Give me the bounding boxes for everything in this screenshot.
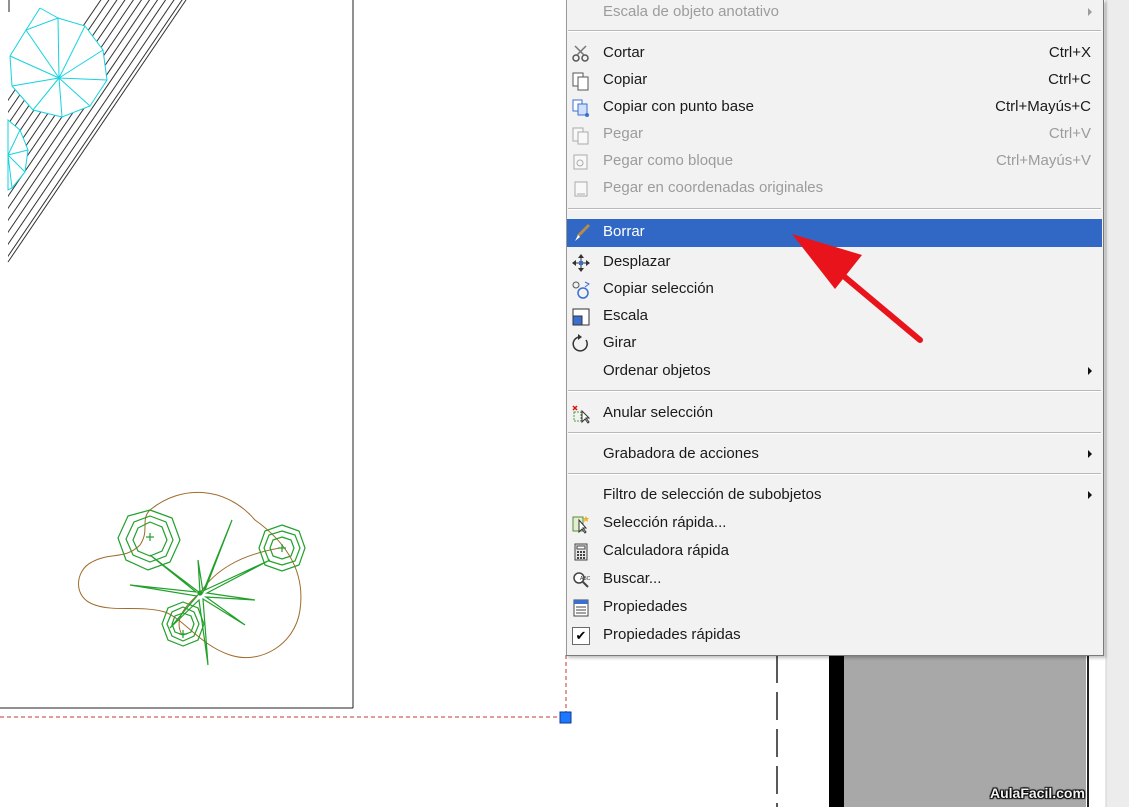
menu-item-propiedades-rapidas[interactable]: ✔ Propiedades rápidas <box>566 622 1103 649</box>
menu-item-shortcut: Ctrl+C <box>1048 71 1091 88</box>
submenu-arrow-icon <box>1088 367 1092 375</box>
menu-item-seleccion-rapida[interactable]: Selección rápida... <box>566 510 1103 537</box>
menu-item-buscar[interactable]: ABC Buscar... <box>566 566 1103 593</box>
rotate-icon <box>570 334 592 354</box>
submenu-arrow-icon <box>1088 450 1092 458</box>
submenu-arrow-icon <box>1088 8 1092 16</box>
menu-item-label: Copiar selección <box>603 280 714 297</box>
copy-selection-icon <box>570 280 592 300</box>
menu-separator <box>568 473 1101 475</box>
wall-element <box>829 655 844 807</box>
deselect-icon <box>570 404 592 424</box>
menu-item-shortcut: Ctrl+X <box>1048 44 1091 61</box>
menu-item-label: Ordenar objetos <box>603 362 711 379</box>
menu-item-borrar[interactable]: Borrar <box>567 219 1102 247</box>
menu-item-escala[interactable]: Escala <box>566 303 1103 330</box>
menu-item-label: Desplazar <box>603 253 671 270</box>
menu-item-label: Copiar <box>603 71 648 88</box>
menu-item-label: Pegar <box>603 125 644 142</box>
scissors-icon <box>570 44 592 64</box>
copy-base-point-icon <box>570 98 592 118</box>
menu-item-filtro-de-seleccion-de-subobjetos[interactable]: Filtro de selección de subobjetos <box>566 482 1103 509</box>
menu-item-label: Girar <box>603 334 637 351</box>
menu-item-label: Grabadora de acciones <box>603 445 759 462</box>
menu-item-shortcut: Ctrl+Mayús+V <box>995 152 1091 169</box>
quick-select-icon <box>570 514 592 534</box>
menu-item-pegar-en-coordenadas-originales[interactable]: Pegar en coordenadas originales <box>566 175 1103 202</box>
menu-item-grabadora-de-acciones[interactable]: Grabadora de acciones <box>566 441 1103 468</box>
menu-item-copiar[interactable]: Copiar Ctrl+C <box>566 67 1103 94</box>
menu-item-copiar-seleccion[interactable]: Copiar selección <box>566 276 1103 303</box>
move-icon <box>570 253 592 273</box>
menu-item-calculadora-rapida[interactable]: Calculadora rápida <box>566 538 1103 565</box>
menu-item-label: Escala <box>603 307 649 324</box>
menu-separator <box>568 208 1101 210</box>
menu-item-desplazar[interactable]: Desplazar <box>566 249 1103 276</box>
plant-block-symbol <box>78 491 306 666</box>
menu-item-label: Propiedades <box>603 598 688 615</box>
menu-item-copiar-con-punto-base[interactable]: Copiar con punto base Ctrl+Mayús+C <box>566 94 1103 121</box>
menu-item-label: Pegar como bloque <box>603 152 734 169</box>
menu-item-pegar[interactable]: Pegar Ctrl+V <box>566 121 1103 148</box>
context-menu[interactable]: Escala de objeto anotativo Cortar Ctrl+X… <box>566 0 1104 656</box>
watermark-logo: AulaFacil.com <box>990 785 1085 801</box>
menu-item-escala-objeto-anotativo[interactable]: Escala de objeto anotativo <box>566 1 1103 25</box>
svg-text:ABC: ABC <box>580 576 591 582</box>
menu-item-label: Selección rápida... <box>603 514 727 531</box>
menu-separator <box>568 30 1101 32</box>
calculator-icon <box>570 542 592 562</box>
checkbox-icon: ✔ <box>570 626 592 646</box>
menu-item-shortcut: Ctrl+V <box>1048 125 1091 142</box>
menu-item-label: Filtro de selección de subobjetos <box>603 486 822 503</box>
check-mark-icon: ✔ <box>572 627 590 645</box>
eraser-icon <box>571 223 593 243</box>
copy-icon <box>570 71 592 91</box>
menu-item-label: Cortar <box>603 44 645 61</box>
menu-item-pegar-como-bloque[interactable]: Pegar como bloque Ctrl+Mayús+V <box>566 148 1103 175</box>
menu-item-ordenar-objetos[interactable]: Ordenar objetos <box>566 358 1103 385</box>
cyan-tree-symbol <box>7 118 29 191</box>
submenu-arrow-icon <box>1088 491 1092 499</box>
selection-grip[interactable] <box>559 711 572 724</box>
find-icon: ABC <box>570 570 592 590</box>
menu-item-label: Borrar <box>603 223 645 240</box>
right-scroll-area[interactable] <box>1106 0 1129 807</box>
paste-icon <box>570 125 592 145</box>
paste-block-icon <box>570 152 592 172</box>
menu-item-label: Pegar en coordenadas originales <box>603 179 824 196</box>
menu-item-shortcut: Ctrl+Mayús+C <box>995 98 1091 115</box>
menu-item-label: Propiedades rápidas <box>603 626 741 643</box>
menu-item-girar[interactable]: Girar <box>566 330 1103 357</box>
properties-icon <box>570 598 592 618</box>
menu-item-cortar[interactable]: Cortar Ctrl+X <box>566 40 1103 67</box>
scale-icon <box>570 307 592 327</box>
menu-separator <box>568 432 1101 434</box>
menu-item-propiedades[interactable]: Propiedades <box>566 594 1103 621</box>
menu-separator <box>568 390 1101 392</box>
menu-item-label: Calculadora rápida <box>603 542 729 559</box>
menu-item-label: Buscar... <box>603 570 662 587</box>
menu-item-label: Copiar con punto base <box>603 98 754 115</box>
menu-item-label: Anular selección <box>603 404 714 421</box>
paste-original-coordinates-icon <box>570 179 592 199</box>
menu-item-anular-seleccion[interactable]: Anular selección <box>566 400 1103 427</box>
menu-item-label: Escala de objeto anotativo <box>603 3 779 20</box>
